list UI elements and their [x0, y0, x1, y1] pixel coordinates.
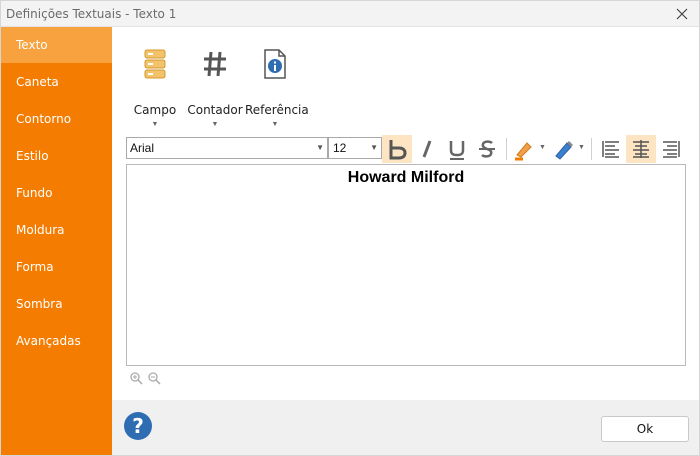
dialog-window: Definições Textuais - Texto 1 Texto Cane…: [0, 0, 700, 456]
align-left-icon: [602, 141, 619, 158]
toolbar-divider: [591, 138, 592, 160]
toolbar-divider: [506, 138, 507, 160]
align-right-button[interactable]: [656, 135, 686, 163]
info-document-icon: [264, 49, 286, 79]
bold-button[interactable]: [382, 135, 412, 163]
chevron-down-icon: ▼: [211, 121, 219, 128]
close-button[interactable]: [673, 5, 691, 23]
align-left-button[interactable]: [596, 135, 626, 163]
align-center-icon: [633, 140, 649, 158]
format-toolbar: Arial ▼ 12 ▼ ▼ ▼: [126, 135, 686, 163]
zoom-in-button[interactable]: [129, 371, 143, 385]
align-center-button[interactable]: [626, 135, 656, 163]
italic-icon: [422, 140, 432, 158]
pen-icon: [555, 141, 573, 160]
referencia-button[interactable]: Referência ▼: [245, 45, 309, 128]
sidebar-item-fundo[interactable]: Fundo: [1, 175, 112, 211]
title-bar: Definições Textuais - Texto 1: [1, 1, 699, 27]
text-color-button[interactable]: [548, 135, 578, 163]
highlighter-icon: [515, 142, 532, 161]
bold-icon: [389, 140, 407, 160]
contador-button[interactable]: Contador ▼: [185, 45, 245, 128]
chevron-down-icon[interactable]: ▼: [578, 144, 585, 151]
close-icon: [676, 8, 688, 20]
text-editor[interactable]: Howard Milford: [126, 164, 686, 366]
zoom-in-icon: [130, 372, 143, 385]
chevron-down-icon: ▼: [370, 143, 378, 152]
zoom-out-button[interactable]: [147, 371, 161, 385]
referencia-label: Referência: [245, 103, 309, 117]
sidebar-item-contorno[interactable]: Contorno: [1, 101, 112, 137]
database-icon: [144, 49, 166, 79]
highlight-color-button[interactable]: [509, 135, 539, 163]
strikethrough-icon: [479, 140, 495, 158]
font-size-select[interactable]: 12 ▼: [328, 137, 382, 159]
font-size-value: 12: [333, 141, 347, 155]
underline-icon: [449, 141, 465, 160]
help-button[interactable]: ?: [124, 412, 152, 440]
editor-text[interactable]: Howard Milford: [127, 169, 685, 187]
sidebar-item-forma[interactable]: Forma: [1, 249, 112, 285]
sidebar: Texto Caneta Contorno Estilo Fundo Moldu…: [1, 27, 112, 455]
sidebar-item-avancadas[interactable]: Avançadas: [1, 323, 112, 359]
chevron-down-icon[interactable]: ▼: [539, 144, 546, 151]
align-right-icon: [663, 141, 680, 158]
window-title: Definições Textuais - Texto 1: [6, 7, 177, 21]
strikethrough-button[interactable]: [472, 135, 502, 163]
chevron-down-icon: ▼: [271, 121, 279, 128]
question-icon: ?: [132, 414, 144, 438]
font-family-select[interactable]: Arial ▼: [126, 137, 328, 159]
campo-button[interactable]: Campo ▼: [125, 45, 185, 128]
sidebar-item-caneta[interactable]: Caneta: [1, 64, 112, 100]
campo-label: Campo: [133, 103, 177, 117]
sidebar-item-estilo[interactable]: Estilo: [1, 138, 112, 174]
ok-button[interactable]: Ok: [601, 416, 689, 442]
hash-icon: [204, 51, 226, 77]
zoom-out-icon: [148, 372, 161, 385]
sidebar-item-texto[interactable]: Texto: [1, 27, 112, 63]
contador-label: Contador: [187, 103, 243, 117]
sidebar-item-sombra[interactable]: Sombra: [1, 286, 112, 322]
font-family-value: Arial: [130, 141, 155, 155]
content-panel: Campo ▼ Contador ▼ Referência ▼ Arial ▼ …: [112, 27, 699, 455]
chevron-down-icon: ▼: [316, 143, 324, 152]
dialog-footer: ? Ok: [112, 400, 699, 455]
chevron-down-icon: ▼: [151, 121, 159, 128]
italic-button[interactable]: [412, 135, 442, 163]
sidebar-item-moldura[interactable]: Moldura: [1, 212, 112, 248]
underline-button[interactable]: [442, 135, 472, 163]
